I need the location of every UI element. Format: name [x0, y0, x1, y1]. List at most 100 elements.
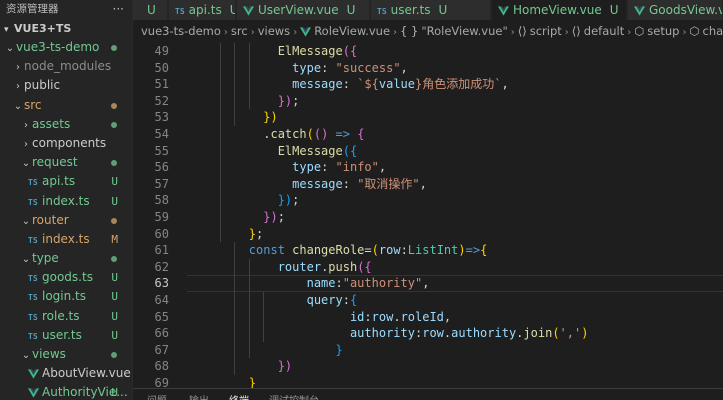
breadcrumb-views[interactable]: views	[258, 24, 290, 38]
code-line[interactable]: .catch(() => {	[191, 126, 364, 143]
tree-folder[interactable]: › node_modules	[0, 57, 132, 76]
editor-tab[interactable]: UserView.vue U	[237, 0, 370, 20]
chevron-down-icon: ⌄	[21, 350, 31, 361]
code-line[interactable]: })	[191, 358, 292, 375]
code-token: ({	[342, 143, 358, 158]
editor-tab[interactable]: HomeView.vue U	[492, 0, 627, 20]
code-line[interactable]: type: "success",	[191, 60, 408, 77]
code-token: const	[248, 243, 285, 258]
code-line[interactable]: name:"authority",	[187, 275, 723, 292]
code-token: id	[349, 309, 365, 324]
code-token: ,	[400, 60, 408, 75]
tree-item-label: type	[32, 251, 59, 266]
panel-tab-output[interactable]: 输出	[189, 392, 209, 400]
tab-label: GoodsView.vu	[649, 3, 722, 17]
breadcrumb-file[interactable]: RoleView.vue	[314, 24, 390, 38]
editor-tab[interactable]: GoodsView.vu	[628, 0, 723, 20]
code-line[interactable]: }	[191, 342, 343, 359]
tree-file[interactable]: TS index.ts M	[0, 230, 132, 249]
code-line[interactable]: ElMessage({	[191, 143, 357, 160]
tree-folder[interactable]: › components	[0, 134, 132, 153]
tree-folder[interactable]: ⌄ views	[0, 345, 132, 364]
git-status-dot	[111, 102, 117, 109]
chevron-right-icon: ›	[24, 138, 28, 150]
code-editor[interactable]: 49 50 51 52 53 54 55 56 57 58 59 60 61 62 63 64 65 66 67 68…	[133, 43, 723, 388]
line-number: 69	[154, 376, 169, 388]
breadcrumb-src[interactable]: src	[231, 24, 248, 38]
tree-folder[interactable]: ⌄ type	[0, 249, 132, 268]
code-line[interactable]: authority:row.authority.join(',')	[191, 325, 589, 342]
code-token: message	[292, 77, 343, 92]
code-token: :	[342, 176, 358, 191]
breadcrumb-project[interactable]: vue3-ts-demo	[141, 24, 221, 38]
code-token: type	[292, 160, 322, 175]
chevron-right-icon: ›	[250, 27, 255, 38]
code-token: changeRole	[292, 243, 365, 258]
editor-tab[interactable]: U	[133, 0, 168, 20]
tree-folder[interactable]: ⌄ src	[0, 96, 132, 115]
code-token: roleId	[400, 309, 444, 324]
code-line[interactable]: });	[191, 209, 285, 226]
code-token: (	[306, 127, 314, 141]
breadcrumb-setup[interactable]: setup	[647, 24, 679, 38]
breadcrumb-function[interactable]: changeR	[703, 24, 723, 38]
tree-file[interactable]: TS goods.ts U	[0, 268, 132, 287]
code-line[interactable]: message: `${value}角色添加成功`,	[191, 76, 509, 93]
tab-label: user.ts	[390, 3, 431, 17]
code-line[interactable]: const changeRole=(row:ListInt)=>{	[191, 242, 488, 259]
code-line[interactable]: ElMessage({	[191, 43, 357, 60]
tree-file[interactable]: TS index.ts U	[0, 192, 132, 211]
git-status-dot	[111, 121, 117, 128]
indent-guide	[234, 43, 236, 126]
code-line[interactable]: }	[191, 375, 256, 388]
editor-tab[interactable]: TSapi.ts U	[169, 0, 236, 20]
tree-file[interactable]: TS login.ts U	[0, 287, 132, 306]
tree-folder[interactable]: ⌄ router	[0, 211, 132, 230]
code-token: ,	[378, 160, 387, 175]
file-tree: ⌄ vue3-ts-demo › node_modules › public ⌄ src › as…	[0, 38, 132, 400]
code-token: {	[480, 243, 488, 258]
code-line[interactable]: query:{	[191, 292, 358, 309]
tree-folder[interactable]: › public	[0, 76, 132, 95]
code-token: row	[371, 309, 394, 324]
more-actions-icon[interactable]: ···	[113, 0, 124, 19]
project-header[interactable]: ▾ VUE3+TS	[0, 19, 132, 38]
code-line[interactable]: id:row.roleId,	[191, 309, 451, 326]
breadcrumb-module[interactable]: "RoleView.vue"	[421, 24, 507, 38]
tree-file[interactable]: TS user.ts U	[0, 326, 132, 345]
code-line[interactable]: };	[191, 226, 263, 243]
typescript-file-icon: TS	[28, 331, 38, 341]
tree-file[interactable]: AboutView.vue	[0, 364, 132, 383]
code-token: message	[292, 176, 343, 191]
panel-tab-terminal[interactable]: 终端	[229, 392, 249, 400]
typescript-file-icon: TS	[28, 274, 38, 284]
code-token: }	[248, 226, 257, 241]
panel-tab-debug-console[interactable]: 调试控制台	[269, 392, 319, 400]
breadcrumb-script[interactable]: script	[530, 24, 562, 38]
chevron-down-icon: ⌄	[13, 100, 23, 112]
editor-tab[interactable]: TS user.ts U	[371, 0, 491, 20]
tree-file[interactable]: TS role.ts U	[0, 307, 132, 326]
tree-file[interactable]: TS api.ts U	[0, 172, 132, 191]
panel-tab-problems[interactable]: 问题	[147, 392, 167, 400]
tree-folder[interactable]: ⌄ request	[0, 153, 132, 172]
code-token: :	[321, 160, 336, 175]
breadcrumb-default[interactable]: default	[584, 24, 624, 38]
code-line[interactable]: });	[191, 192, 300, 209]
chevron-right-icon: ›	[16, 81, 20, 93]
tree-file[interactable]: AuthorityVie... U	[0, 383, 132, 400]
code-line[interactable]: });	[191, 93, 300, 110]
chevron-right-icon: ›	[564, 27, 569, 38]
tree-item-label: vue3-ts-demo	[16, 40, 100, 54]
line-number: 67	[154, 342, 169, 357]
tree-folder[interactable]: ⌄ vue3-ts-demo	[0, 38, 132, 57]
git-status-badge: U	[111, 194, 118, 208]
tree-folder[interactable]: › assets	[0, 115, 132, 134]
code-token: })	[277, 93, 293, 108]
code-line[interactable]: message: "取消操作",	[191, 176, 427, 193]
code-token: "取消操作"	[357, 176, 420, 191]
code-line[interactable]: router.push({	[191, 259, 372, 276]
